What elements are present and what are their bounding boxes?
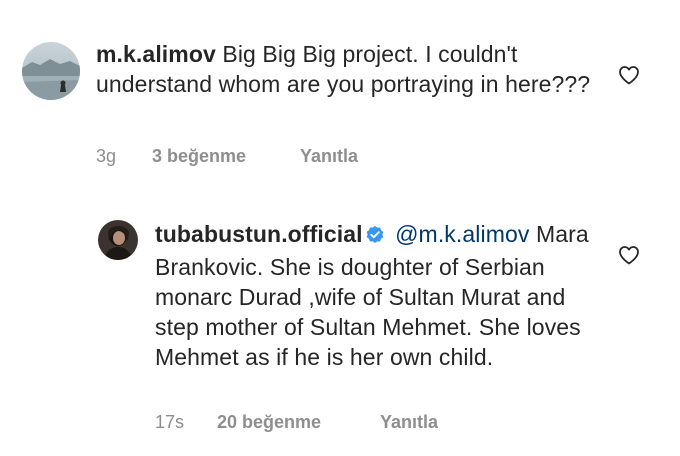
comment-text: tubabustun.official @m.k.alimov Mara Bra… [155, 219, 595, 372]
heart-icon[interactable] [617, 63, 641, 87]
reply-button[interactable]: Yanıtla [380, 412, 438, 433]
like-count-button[interactable]: 3 beğenme [152, 146, 246, 167]
verified-badge-icon [365, 222, 385, 252]
comment-meta: 3g 3 beğenme Yanıtla [96, 146, 496, 170]
avatar[interactable] [22, 42, 80, 100]
comment-1: m.k.alimov Big Big Big project. I couldn… [0, 0, 680, 190]
avatar[interactable] [98, 220, 138, 260]
comment-meta: 17s 20 beğenme Yanıtla [155, 412, 555, 436]
comment-username[interactable]: m.k.alimov [96, 41, 216, 67]
comment-text: m.k.alimov Big Big Big project. I couldn… [96, 39, 606, 99]
mention-link[interactable]: @m.k.alimov [395, 221, 529, 247]
reply-button[interactable]: Yanıtla [300, 146, 358, 167]
comment-username[interactable]: tubabustun.official [155, 221, 363, 247]
heart-icon[interactable] [617, 243, 641, 267]
comment-2: tubabustun.official @m.k.alimov Mara Bra… [0, 190, 680, 456]
like-count-button[interactable]: 20 beğenme [217, 412, 321, 433]
comment-time: 17s [155, 412, 185, 432]
comment-time: 3g [96, 146, 117, 166]
